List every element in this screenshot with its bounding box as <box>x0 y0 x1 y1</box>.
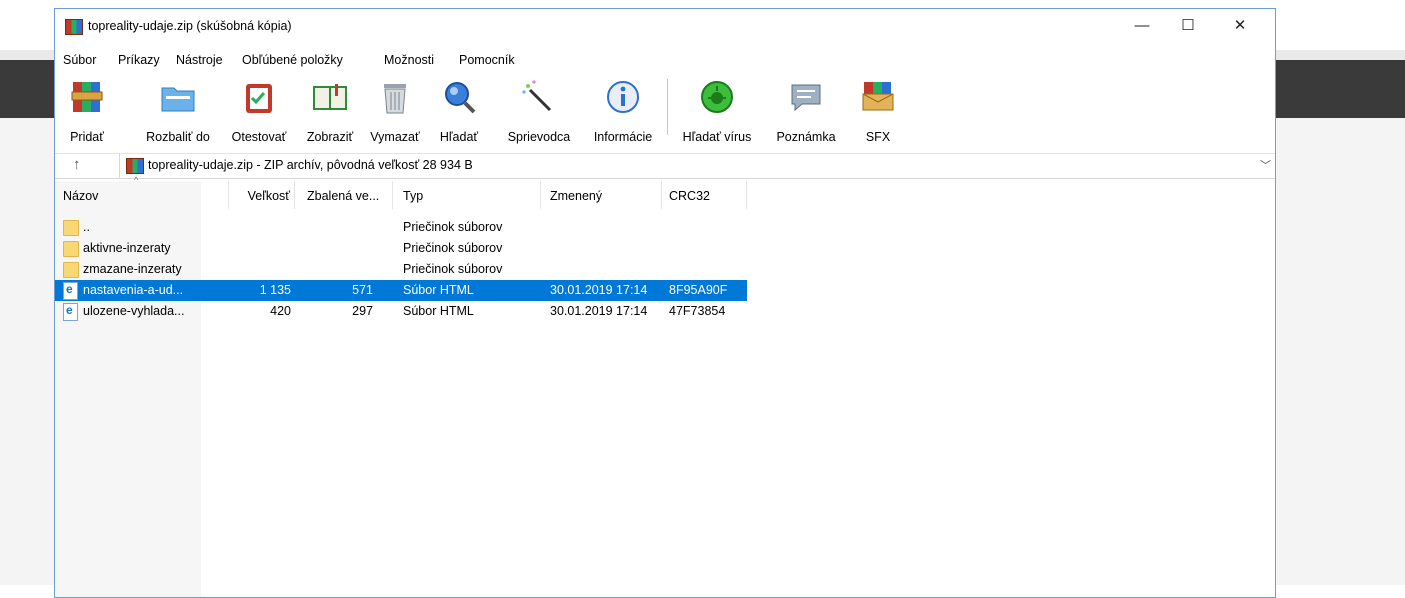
search-icon <box>440 78 478 116</box>
trash-icon <box>376 78 414 116</box>
virus-scan-icon <box>698 78 736 116</box>
column-header-size[interactable]: Veľkosť <box>231 181 295 209</box>
toolbar-separator <box>667 79 668 135</box>
toolbar-label: Vymazať <box>370 130 420 144</box>
toolbar-wizard-button[interactable]: Sprievodca <box>502 78 576 144</box>
file-row[interactable]: zmazane-inzeraty Priečinok súborov <box>55 259 747 280</box>
toolbar-label: SFX <box>865 130 891 144</box>
toolbar-label: Pridať <box>70 130 104 144</box>
toolbar-label: Otestovať <box>231 130 287 144</box>
column-label: Veľkosť <box>247 189 290 203</box>
toolbar-label: Poznámka <box>776 130 836 144</box>
winrar-app-icon <box>65 19 83 35</box>
html-file-icon <box>63 303 78 321</box>
address-field[interactable]: topreality-udaje.zip - ZIP archív, pôvod… <box>119 154 1275 178</box>
toolbar-comment-button[interactable]: Poznámka <box>773 78 839 144</box>
file-size: 420 <box>270 304 291 318</box>
menu-pomocnik[interactable]: Pomocník <box>459 53 515 67</box>
toolbar-label: Hľadať vírus <box>682 130 752 144</box>
file-packed-size: 297 <box>352 304 373 318</box>
toolbar-test-button[interactable]: Otestovať <box>227 78 291 144</box>
file-crc: 47F73854 <box>669 304 726 318</box>
file-type: Súbor HTML <box>403 304 474 318</box>
column-header-modified[interactable]: Zmenený <box>550 181 662 209</box>
file-name: nastavenia-a-ud... <box>83 283 184 297</box>
toolbar-sfx-button[interactable]: SFX <box>859 78 897 144</box>
toolbar-add-button[interactable]: Pridať <box>66 78 108 144</box>
toolbar-extract-button[interactable]: Rozbaliť do <box>140 78 216 144</box>
toolbar-label: Informácie <box>593 130 653 144</box>
toolbar-delete-button[interactable]: Vymazať <box>367 78 423 144</box>
file-modified: 30.01.2019 17:14 <box>550 283 648 297</box>
folder-icon <box>63 262 79 278</box>
test-icon <box>240 78 278 116</box>
menu-prikazy[interactable]: Príkazy <box>118 53 160 67</box>
file-name: ulozene-vyhlada... <box>83 304 185 318</box>
add-archive-icon <box>68 78 106 116</box>
file-crc: 8F95A90F <box>669 283 728 297</box>
archive-icon <box>126 158 144 174</box>
file-name: .. <box>83 220 90 234</box>
toolbar-label: Hľadať <box>439 130 479 144</box>
minimize-button[interactable]: — <box>1119 9 1165 41</box>
column-header-name[interactable]: ^ Názov <box>63 175 229 209</box>
address-text: topreality-udaje.zip - ZIP archív, pôvod… <box>148 158 473 172</box>
address-bar: ↑ topreality-udaje.zip - ZIP archív, pôv… <box>55 153 1275 179</box>
close-button[interactable]: ✕ <box>1217 9 1263 41</box>
file-row[interactable]: aktivne-inzeraty Priečinok súborov <box>55 238 747 259</box>
toolbar-label: Rozbaliť do <box>146 130 210 144</box>
file-list: ^ Názov Veľkosť Zbalená ve... Typ Zmenen… <box>55 175 1275 597</box>
column-label: CRC32 <box>669 189 710 203</box>
file-packed-size: 571 <box>352 283 373 297</box>
file-type: Priečinok súborov <box>403 241 503 255</box>
column-header-crc[interactable]: CRC32 <box>669 181 747 209</box>
maximize-button[interactable]: ☐ <box>1165 9 1211 41</box>
menu-subor[interactable]: Súbor <box>63 53 96 67</box>
winrar-window: topreality-udaje.zip (skúšobná kópia) — … <box>54 8 1276 598</box>
file-row[interactable]: .. Priečinok súborov <box>55 217 747 238</box>
toolbar-label: Zobraziť <box>306 130 354 144</box>
file-type: Priečinok súborov <box>403 262 503 276</box>
view-book-icon <box>311 78 349 116</box>
toolbar: Pridať Rozbaliť do Otestovať Zobraziť Vy… <box>55 75 1275 145</box>
column-label: Typ <box>403 189 424 203</box>
file-type: Priečinok súborov <box>403 220 503 234</box>
file-size: 1 135 <box>259 283 291 297</box>
toolbar-label: Sprievodca <box>507 130 571 144</box>
file-name: aktivne-inzeraty <box>83 241 171 255</box>
file-name: zmazane-inzeraty <box>83 262 182 276</box>
column-header-packed[interactable]: Zbalená ve... <box>307 181 393 209</box>
column-label: Zbalená ve... <box>307 189 380 203</box>
wizard-wand-icon <box>520 78 558 116</box>
extract-to-icon <box>159 78 197 116</box>
file-row[interactable]: ulozene-vyhlada... 420 297 Súbor HTML 30… <box>55 301 747 322</box>
toolbar-info-button[interactable]: Informácie <box>586 78 660 144</box>
column-label: Zmenený <box>550 189 603 203</box>
toolbar-virus-scan-button[interactable]: Hľadať vírus <box>675 78 759 144</box>
column-header-type[interactable]: Typ <box>403 181 541 209</box>
chevron-down-icon[interactable]: ﹀ <box>1260 157 1271 173</box>
window-title: topreality-udaje.zip (skúšobná kópia) <box>88 19 292 33</box>
sort-up-icon: ^ <box>134 175 139 185</box>
html-file-icon <box>63 282 78 300</box>
toolbar-view-button[interactable]: Zobraziť <box>300 78 360 144</box>
sfx-icon <box>859 78 897 116</box>
menu-bar: Súbor Príkazy Nástroje Obľúbené položky … <box>55 50 1275 70</box>
toolbar-find-button[interactable]: Hľadať <box>435 78 483 144</box>
menu-nastroje[interactable]: Nástroje <box>176 53 223 67</box>
info-icon <box>604 78 642 116</box>
comment-icon <box>787 78 825 116</box>
folder-icon <box>63 220 79 236</box>
column-label: Názov <box>63 189 99 203</box>
title-bar[interactable]: topreality-udaje.zip (skúšobná kópia) — … <box>55 9 1275 41</box>
file-row-selected[interactable]: nastavenia-a-ud... 1 135 571 Súbor HTML … <box>55 280 747 301</box>
menu-moznosti[interactable]: Možnosti <box>384 53 434 67</box>
file-modified: 30.01.2019 17:14 <box>550 304 648 318</box>
folder-icon <box>63 241 79 257</box>
menu-oblubene-polozky[interactable]: Obľúbené položky <box>242 53 343 67</box>
up-folder-icon[interactable]: ↑ <box>73 156 81 173</box>
file-type: Súbor HTML <box>403 283 474 297</box>
